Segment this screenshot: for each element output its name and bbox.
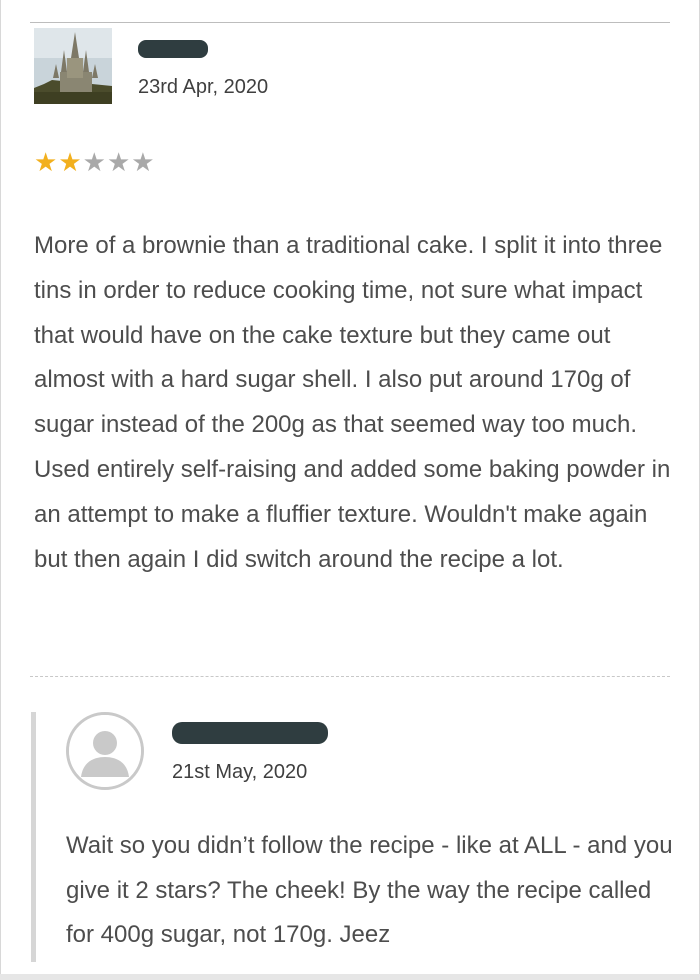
castle-photo-icon	[34, 28, 112, 104]
star-rating: ★ ★ ★ ★ ★	[34, 150, 155, 176]
star-empty-icon: ★	[106, 148, 131, 178]
reply-avatar[interactable]	[66, 712, 144, 790]
redacted-author-name	[138, 40, 208, 58]
star-empty-icon: ★	[131, 148, 155, 178]
reply-text: Wait so you didn’t follow the recipe - l…	[66, 832, 673, 948]
default-user-avatar-icon	[69, 715, 141, 787]
review-date: 23rd Apr, 2020	[138, 76, 269, 98]
bottom-edge	[0, 974, 700, 980]
reply-date: 21st May, 2020	[172, 761, 308, 783]
star-empty-icon: ★	[82, 148, 106, 178]
reviewer-avatar[interactable]	[34, 28, 112, 104]
review-text: More of a brownie than a traditional cak…	[34, 232, 671, 573]
top-divider	[30, 22, 670, 23]
review-separator	[30, 676, 670, 677]
redacted-reply-author-name	[172, 722, 328, 744]
star-filled-icon: ★	[34, 148, 58, 178]
left-border	[0, 0, 1, 980]
star-filled-icon: ★	[58, 148, 82, 178]
reply-indent-bar	[31, 712, 36, 962]
